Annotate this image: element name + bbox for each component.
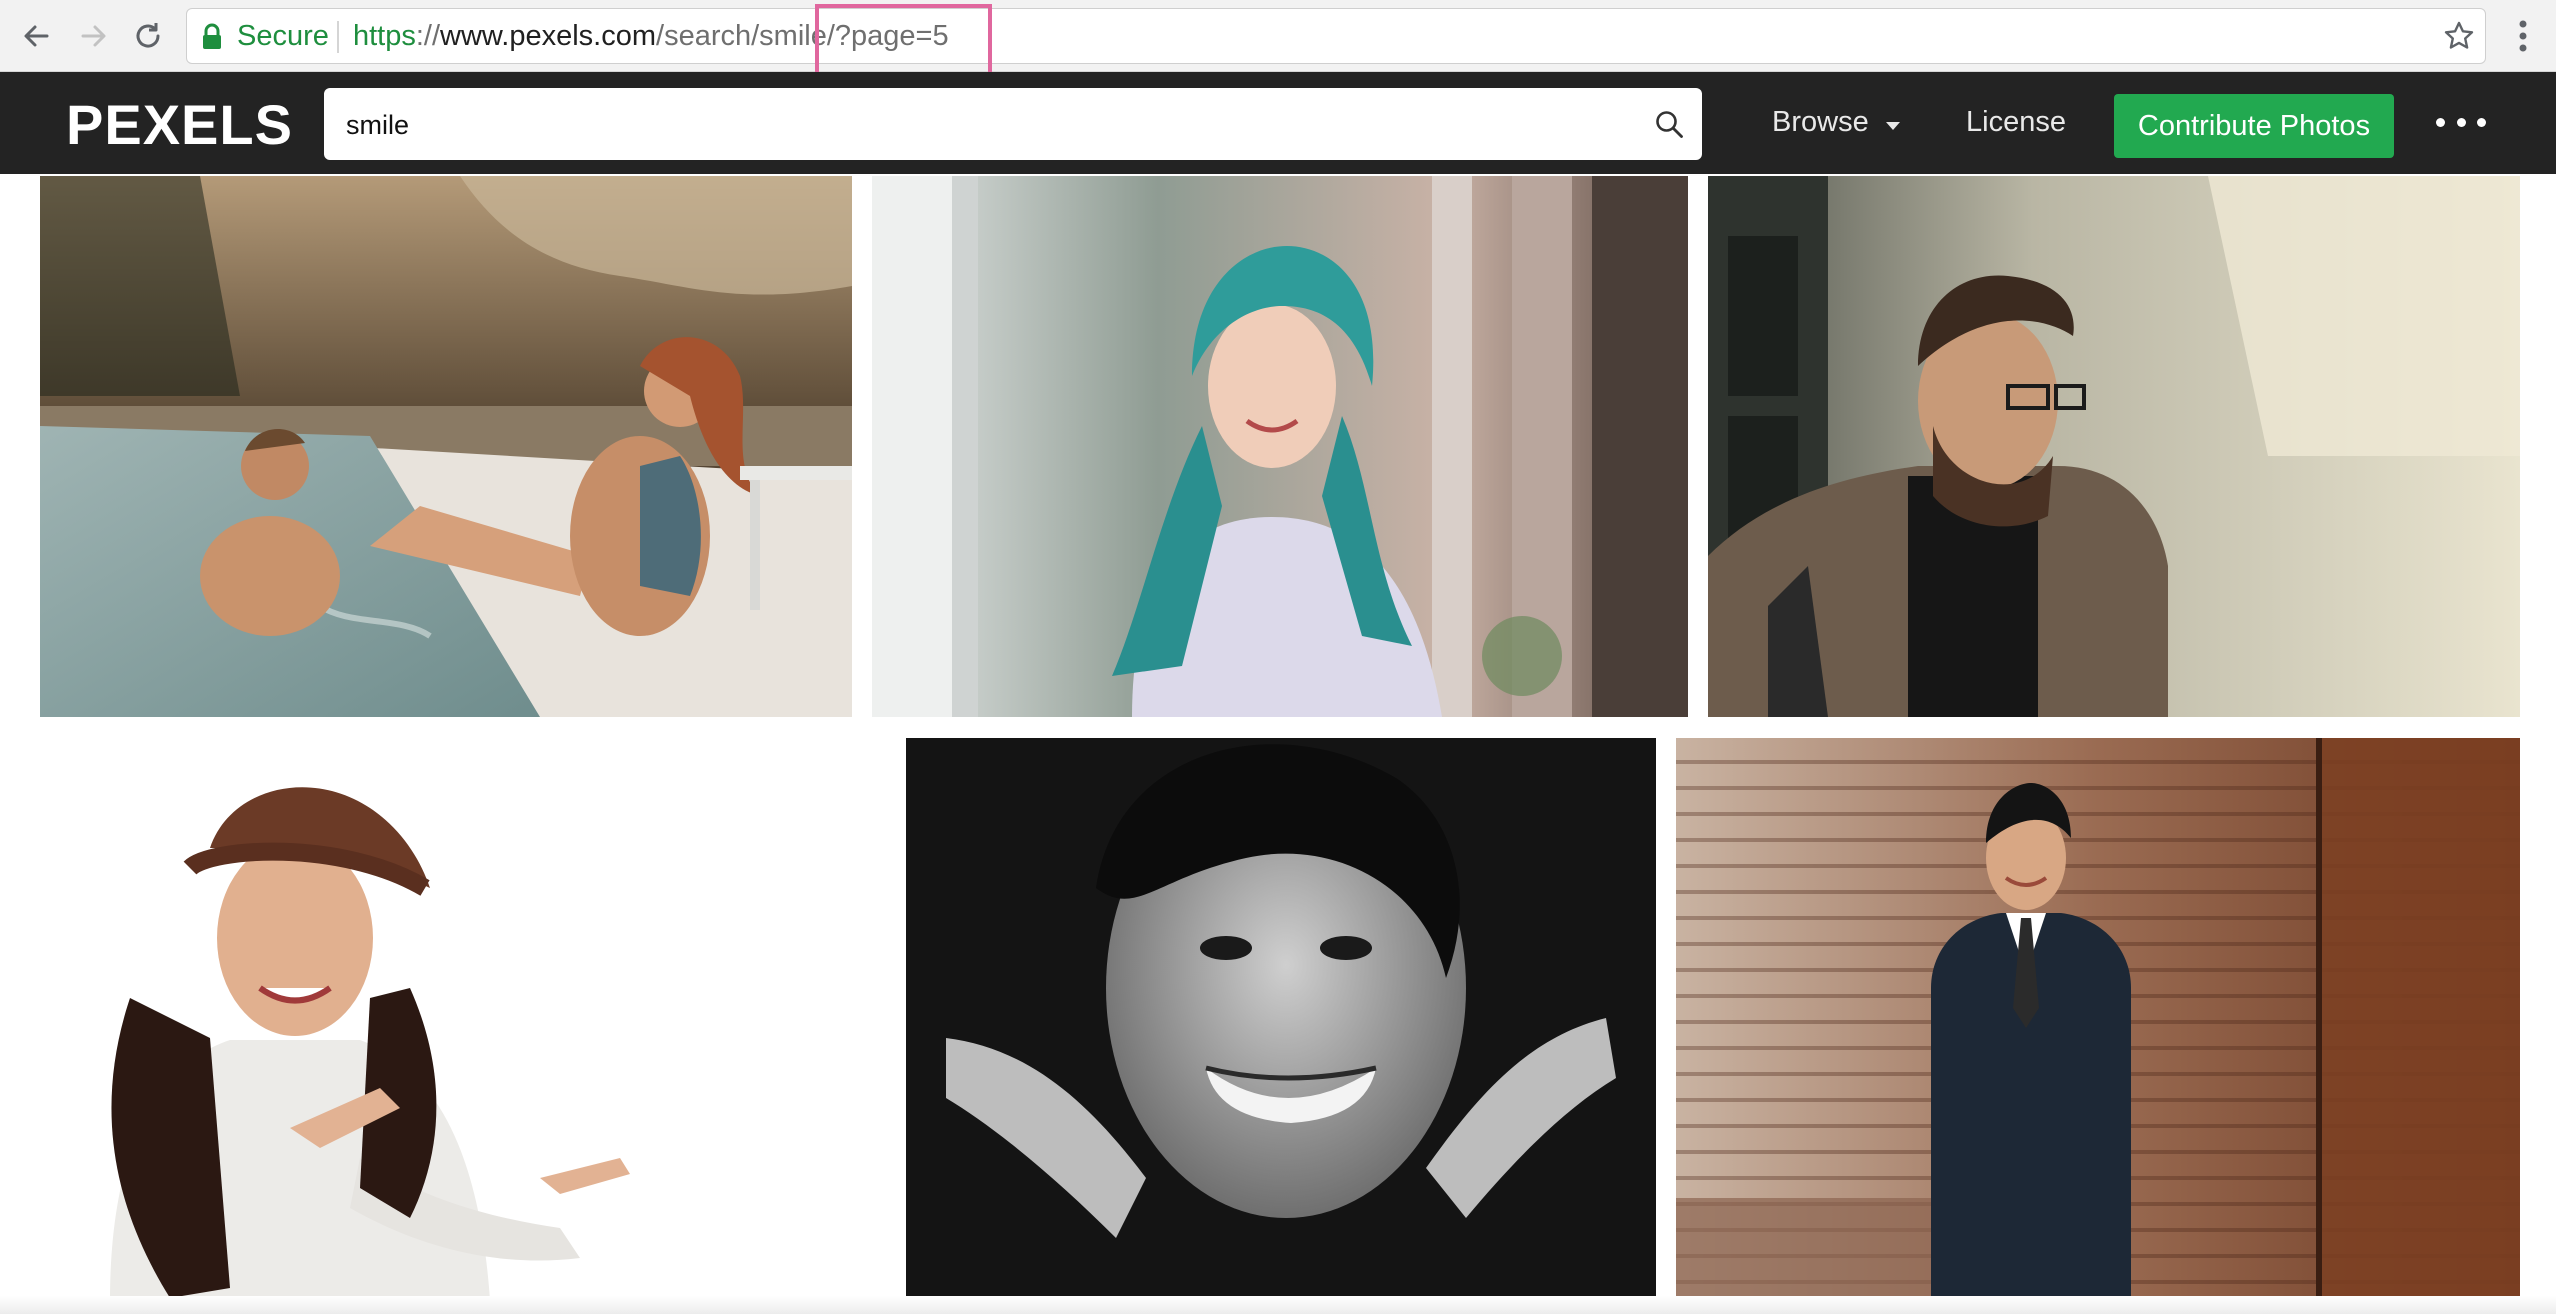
photo-bearded-man-glasses[interactable]	[1708, 176, 2520, 717]
page-bottom-edge	[0, 1296, 2556, 1314]
back-icon[interactable]	[14, 14, 58, 58]
url-text[interactable]: https://www.pexels.com/search/smile/?pag…	[353, 20, 949, 53]
omnibox-divider	[337, 21, 339, 53]
reload-icon[interactable]	[126, 14, 170, 58]
photo-teal-hair-woman[interactable]	[872, 176, 1688, 717]
search-icon[interactable]	[1654, 109, 1684, 144]
search-input[interactable]	[344, 88, 1628, 162]
more-options-icon[interactable]	[2436, 102, 2486, 142]
photo-couple-pool[interactable]	[40, 176, 852, 717]
forward-icon[interactable]	[72, 14, 116, 58]
lock-icon	[201, 23, 223, 56]
chevron-down-icon	[1885, 106, 1901, 139]
url-path: /search/smile/?page=5	[656, 20, 949, 52]
browser-toolbar: Secure https://www.pexels.com/search/smi…	[0, 0, 2556, 72]
pexels-logo[interactable]: PEXELS	[66, 92, 293, 157]
contribute-photos-button[interactable]: Contribute Photos	[2114, 94, 2394, 158]
search-box[interactable]	[324, 88, 1702, 162]
site-header: PEXELS Browse License Contribute Photos	[0, 72, 2556, 174]
photo-girl-hat-pointing[interactable]	[40, 738, 852, 1300]
photo-man-suit-wood-wall[interactable]	[1676, 738, 2520, 1300]
photo-bw-laughing-woman[interactable]	[906, 738, 1656, 1300]
url-scheme: https	[353, 20, 416, 52]
browse-menu[interactable]: Browse	[1772, 106, 1901, 139]
secure-label: Secure	[237, 20, 329, 52]
bookmark-star-icon[interactable]	[2443, 20, 2475, 57]
url-separator: ://	[415, 20, 441, 52]
browser-menu-icon[interactable]	[2506, 14, 2540, 58]
url-host: www.pexels.com	[440, 20, 657, 52]
browse-label: Browse	[1772, 106, 1869, 138]
address-bar[interactable]: Secure https://www.pexels.com/search/smi…	[186, 8, 2486, 64]
license-link[interactable]: License	[1966, 106, 2066, 139]
